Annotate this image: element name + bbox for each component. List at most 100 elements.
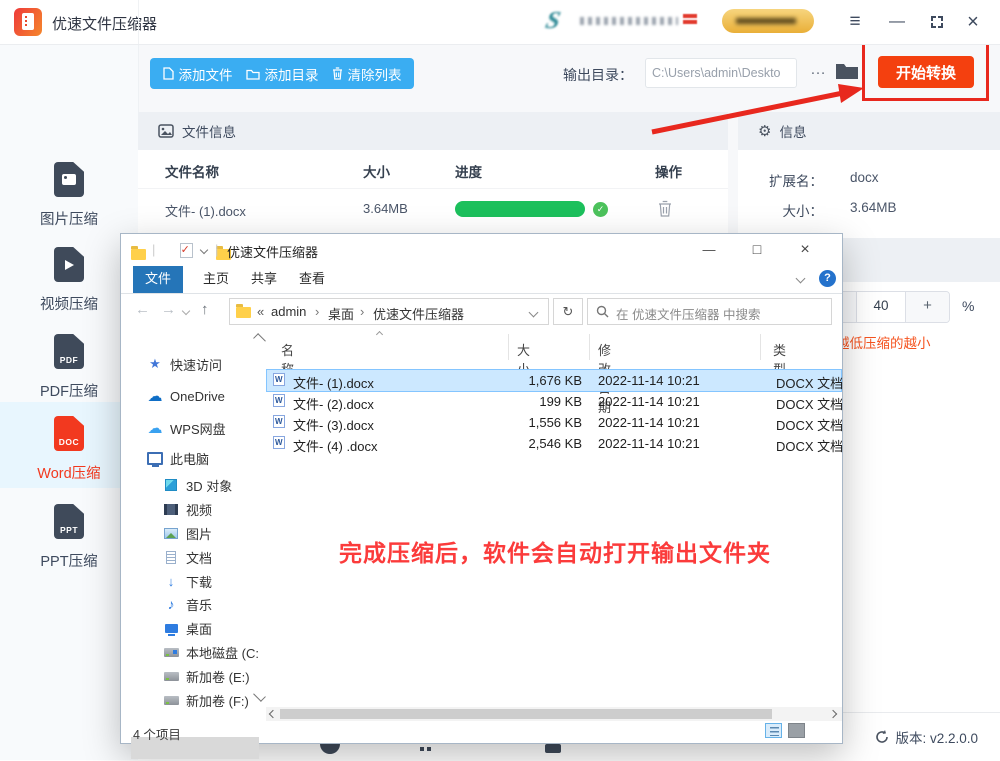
nav-item-volume-f[interactable]: 新加卷 (F:): [163, 689, 249, 711]
nav-item-volume-e[interactable]: 新加卷 (E:): [163, 665, 250, 687]
explorer-minimize-icon[interactable]: —: [687, 234, 731, 265]
quick-access-check-icon[interactable]: [180, 243, 193, 258]
nav-item-wps-drive[interactable]: WPS网盘: [147, 417, 226, 439]
horizontal-scrollbar[interactable]: [266, 707, 842, 721]
up-icon[interactable]: ↑: [201, 301, 209, 318]
nav-item-3d-objects[interactable]: 3D 对象: [163, 474, 232, 496]
crumb-sep-icon: ›: [315, 304, 319, 319]
search-box[interactable]: 在 优速文件压缩器 中搜索: [587, 298, 832, 325]
sidebar-item-image-compress[interactable]: 图片压缩: [0, 156, 138, 231]
update-refresh-icon[interactable]: [875, 730, 889, 744]
refresh-button[interactable]: ↻: [553, 298, 583, 325]
delete-trash-icon[interactable]: [658, 200, 672, 217]
star-icon: [147, 356, 163, 372]
divider: |: [215, 242, 218, 257]
clear-list-button[interactable]: 清除列表: [332, 64, 402, 84]
sort-asc-icon: [376, 331, 383, 338]
table-row: 文件- (1).docx 3.64MB ✓: [138, 188, 728, 232]
scroll-right-icon[interactable]: [829, 710, 837, 718]
scroll-left-icon[interactable]: [269, 710, 277, 718]
nav-item-desktop[interactable]: 桌面: [163, 617, 212, 639]
titlebar-divider: [138, 0, 139, 44]
col-size: 大小: [363, 161, 390, 181]
size-label: 大小：: [783, 200, 824, 220]
start-convert-button[interactable]: 开始转换: [878, 56, 974, 88]
watermark-gold-pill-button[interactable]: [722, 9, 814, 33]
nav-item-this-pc[interactable]: 此电脑: [147, 447, 209, 469]
thumbnail-view-icon[interactable]: [788, 723, 805, 738]
tab-view[interactable]: 查看: [291, 266, 333, 293]
more-icon[interactable]: …: [806, 58, 830, 88]
quick-access-dropdown-icon[interactable]: [200, 246, 208, 254]
minimize-icon[interactable]: —: [880, 0, 914, 44]
explorer-titlebar: | | 优速文件压缩器 — □ ×: [121, 234, 842, 266]
watermark-logo-icon: S: [543, 7, 563, 35]
sidebar-item-pdf-compress[interactable]: PDF PDF压缩: [0, 328, 138, 403]
tab-share[interactable]: 共享: [243, 266, 285, 293]
menu-icon[interactable]: ≡: [838, 0, 872, 44]
file-row[interactable]: 文件- (3).docx 1,556 KB 2022-11-14 10:21 D…: [267, 412, 841, 433]
nav-item-pictures[interactable]: 图片: [163, 522, 212, 544]
monitor-icon: [147, 452, 163, 465]
address-box[interactable]: « admin › 桌面 › 优速文件压缩器: [229, 298, 549, 325]
open-folder-icon[interactable]: [835, 61, 859, 80]
close-icon[interactable]: ×: [956, 0, 990, 44]
ext-value: docx: [850, 170, 879, 185]
breadcrumb-current[interactable]: 优速文件压缩器: [373, 304, 464, 323]
recent-dropdown-icon[interactable]: [182, 307, 190, 315]
details-view-icon[interactable]: [765, 723, 782, 738]
sidebar-item-label: 视频压缩: [0, 293, 138, 314]
add-directory-button[interactable]: 添加目录: [246, 64, 319, 84]
cloud-icon: [147, 419, 163, 437]
image-icon: [158, 124, 174, 138]
file-row[interactable]: 文件- (2).docx 199 KB 2022-11-14 10:21 DOC…: [267, 391, 841, 412]
download-arrow-icon: [163, 574, 179, 589]
maximize-icon[interactable]: [920, 0, 954, 44]
nav-item-videos[interactable]: 视频: [163, 498, 212, 520]
forward-icon[interactable]: →: [161, 301, 176, 318]
folder-icon: [131, 249, 146, 260]
address-dropdown-icon[interactable]: [529, 308, 539, 318]
nav-item-local-disk-c[interactable]: 本地磁盘 (C:: [163, 641, 259, 663]
progress-bar: [455, 201, 585, 217]
video-file-icon: [54, 247, 84, 282]
drive-icon: [164, 696, 179, 705]
output-dir-label: 输出目录：: [563, 65, 633, 85]
output-dir-input[interactable]: [645, 58, 797, 88]
tab-home[interactable]: 主页: [195, 266, 237, 293]
sidebar-item-ppt-compress[interactable]: PPT PPT压缩: [0, 498, 138, 573]
help-icon[interactable]: ?: [819, 270, 836, 287]
back-icon[interactable]: ←: [135, 301, 150, 318]
nav-item-quick-access[interactable]: 快速访问: [147, 353, 222, 375]
increase-button[interactable]: +: [906, 292, 949, 322]
add-file-button[interactable]: 添加文件: [163, 64, 233, 84]
nav-item-documents[interactable]: 文档: [163, 546, 212, 568]
tab-file[interactable]: 文件: [133, 266, 183, 293]
explorer-close-icon[interactable]: ×: [783, 234, 827, 265]
quality-value[interactable]: 40: [856, 292, 906, 322]
sidebar-item-video-compress[interactable]: 视频压缩: [0, 241, 138, 316]
check-icon: ✓: [593, 202, 608, 217]
explorer-maximize-icon[interactable]: □: [735, 234, 779, 265]
ribbon-collapse-icon[interactable]: [796, 274, 806, 284]
nav-item-onedrive[interactable]: OneDrive: [147, 385, 225, 407]
breadcrumb-admin[interactable]: admin: [271, 304, 306, 319]
music-note-icon: [163, 596, 179, 612]
nav-item-music[interactable]: 音乐: [163, 593, 212, 615]
gear-icon: ⚙: [758, 122, 771, 140]
desktop-icon: [165, 624, 178, 633]
nav-item-downloads[interactable]: 下载: [163, 570, 212, 592]
file-row[interactable]: 文件- (1).docx 1,676 KB 2022-11-14 10:21 D…: [267, 370, 841, 391]
file-row[interactable]: 文件- (4) .docx 2,546 KB 2022-11-14 10:21 …: [267, 433, 841, 454]
drive-icon: [164, 648, 179, 657]
breadcrumb-desktop[interactable]: 桌面: [328, 304, 354, 323]
folder-icon: [246, 68, 260, 80]
hidden-bottom-icon: [545, 744, 561, 753]
sidebar-item-label: PPT压缩: [0, 550, 138, 571]
explorer-ribbon: 文件 主页 共享 查看 ?: [121, 266, 842, 294]
scrollbar-thumb[interactable]: [280, 709, 772, 719]
size-value: 3.64MB: [850, 200, 897, 215]
sidebar-item-word-compress[interactable]: DOC Word压缩: [0, 402, 138, 488]
quality-hint-text: 越低压缩的越小: [836, 332, 931, 352]
word-file-icon: [273, 415, 285, 428]
